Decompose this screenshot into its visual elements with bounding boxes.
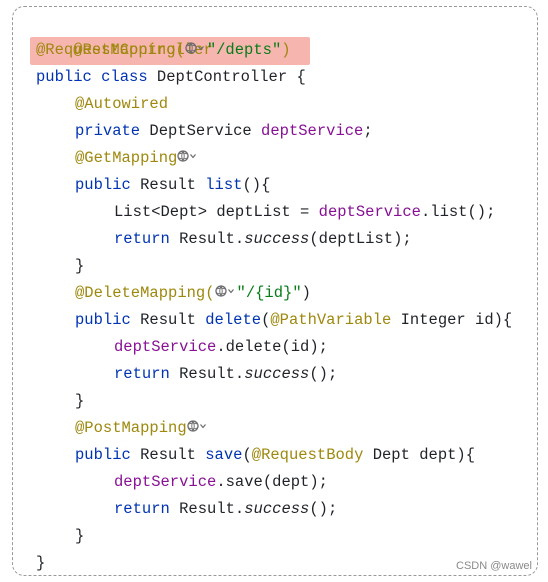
code-line: return Result.success(); [114,361,337,388]
class-close-brace: } [36,554,46,572]
method-name-save: save [205,446,243,464]
code-line: @Autowired [75,91,168,118]
keyword-public: public [75,446,141,464]
code-line: @RestController [36,10,213,59]
method-params: Integer id){ [400,311,513,329]
statement-text: Result. [179,365,245,383]
return-type: Result [140,311,206,329]
code-line: return Result.success(); [114,496,337,523]
code-line: @RequestMapping( "/depts") [36,37,291,64]
code-line: private DeptService deptService; [75,118,373,145]
annotation-path-variable: @PathVariable [270,311,401,329]
method-params: Dept dept){ [372,446,476,464]
open-paren: ( [242,446,252,464]
field-reference: deptService [114,473,217,491]
code-line: return Result.success(deptList); [114,226,412,253]
statement-text: (deptList); [309,230,412,248]
annotation-request-mapping: @RequestMapping( [36,41,185,59]
statement-text: .delete(id); [216,338,328,356]
annotation-close-paren: ) [281,41,291,59]
keyword-public: public [75,176,141,194]
mapping-path-string: "/depts" [206,41,282,59]
field-type: DeptService [149,122,262,140]
class-name: DeptController { [156,68,306,86]
open-paren: ( [261,311,271,329]
annotation-close-paren: ) [301,284,311,302]
web-globe-icon[interactable] [214,284,237,298]
statement-text: Result. [179,230,245,248]
code-line: @DeleteMapping( "/{id}") [75,280,311,307]
keyword-public-class: public class [36,68,157,86]
close-brace: } [75,392,85,410]
keyword-public: public [75,311,141,329]
keyword-return: return [114,230,180,248]
field-reference: deptService [318,203,421,221]
statement-text: Result. [179,500,245,518]
static-method-success: success [244,500,310,518]
delete-path-string: "/{id}" [236,284,302,302]
method-name-delete: delete [205,311,262,329]
code-line: public Result list(){ [75,172,270,199]
return-type: Result [140,446,206,464]
return-type: Result [140,176,206,194]
code-line: } [75,253,84,280]
method-signature-end: (){ [242,176,271,194]
code-line: deptService.delete(id); [114,334,328,361]
code-block: @RestController @RequestMapping( "/depts"… [0,0,548,582]
close-brace: } [75,527,85,545]
annotation-get-mapping: @GetMapping [75,149,178,167]
annotation-delete-mapping: @DeleteMapping( [75,284,215,302]
code-line: deptService.save(dept); [114,469,328,496]
code-line: List<Dept> deptList = deptService.list()… [114,199,495,226]
code-line: public Result save(@RequestBody Dept dep… [75,442,475,469]
statement-text: List<Dept> deptList = [114,203,319,221]
web-globe-icon[interactable] [185,41,207,55]
statement-text: (); [309,500,338,518]
static-method-success: success [244,365,310,383]
field-semicolon: ; [363,122,373,140]
close-brace: } [75,257,85,275]
field-reference: deptService [114,338,217,356]
annotation-autowired: @Autowired [75,95,169,113]
static-method-success: success [244,230,310,248]
code-line: } [75,388,84,415]
code-line: @GetMapping [75,145,199,172]
field-name: deptService [261,122,364,140]
method-name-list: list [205,176,243,194]
statement-text: .list(); [420,203,496,221]
keyword-return: return [114,500,180,518]
code-line: public class DeptController { [36,64,306,91]
keyword-return: return [114,365,180,383]
annotation-request-body: @RequestBody [251,446,373,464]
statement-text: .save(dept); [216,473,328,491]
watermark: CSDN @wawel [456,560,532,572]
statement-text: (); [309,365,338,383]
annotation-post-mapping: @PostMapping [75,419,187,437]
code-line: public Result delete(@PathVariable Integ… [75,307,512,334]
code-line: } [36,550,45,577]
code-line: } [75,523,84,550]
web-globe-icon[interactable] [186,419,209,433]
web-globe-icon[interactable] [177,149,199,163]
keyword-private: private [75,122,150,140]
code-line: @PostMapping [75,415,209,442]
